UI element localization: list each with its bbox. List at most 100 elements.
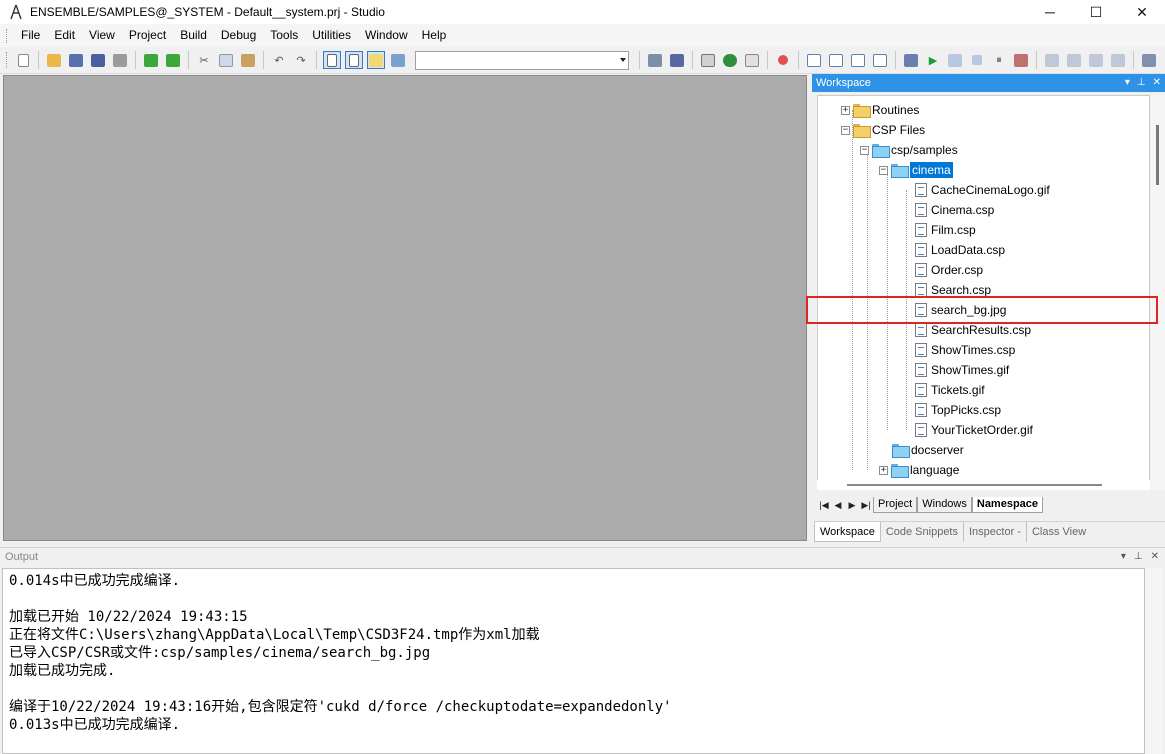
- tree-node-file[interactable]: YourTicketOrder.gif: [912, 420, 1033, 440]
- tree-vertical-scrollbar[interactable]: [1150, 95, 1165, 490]
- tree-horizontal-scrollbar[interactable]: [817, 480, 1150, 490]
- debug-attach-icon[interactable]: [902, 51, 920, 69]
- uncomment-block-icon[interactable]: [1109, 51, 1127, 69]
- save-all-icon[interactable]: [89, 51, 107, 69]
- menu-window[interactable]: Window: [358, 24, 415, 47]
- tab-workspace[interactable]: Workspace: [814, 522, 881, 542]
- workspace-dropdown-icon[interactable]: ▾: [1125, 74, 1130, 92]
- collapse-icon[interactable]: −: [860, 145, 869, 155]
- view-code-icon[interactable]: [323, 51, 341, 69]
- tab-project[interactable]: Project: [873, 497, 918, 513]
- cut-icon[interactable]: ✂: [195, 51, 213, 69]
- tree-node-language[interactable]: + language: [879, 460, 959, 480]
- menu-utilities[interactable]: Utilities: [305, 24, 358, 47]
- tree-node-file[interactable]: LoadData.csp: [912, 240, 1005, 260]
- namespace-combo[interactable]: [415, 50, 629, 70]
- collapse-icon[interactable]: −: [841, 125, 850, 135]
- paste-icon[interactable]: [239, 51, 257, 69]
- output-pin-icon[interactable]: ⊥: [1134, 548, 1143, 566]
- maximize-button[interactable]: ☐: [1073, 0, 1119, 24]
- tree-node-file[interactable]: Cinema.csp: [912, 200, 994, 220]
- tab-class-view[interactable]: Class View: [1027, 522, 1091, 542]
- window-icon[interactable]: [805, 51, 823, 69]
- tree-node-file[interactable]: ShowTimes.gif: [912, 360, 1009, 380]
- menu-debug[interactable]: Debug: [214, 24, 263, 47]
- window-reply-icon[interactable]: [827, 51, 845, 69]
- menu-project[interactable]: Project: [122, 24, 173, 47]
- last-tab-icon[interactable]: ▶|: [859, 500, 873, 511]
- tree-node-file[interactable]: ShowTimes.csp: [912, 340, 1015, 360]
- tab-namespace[interactable]: Namespace: [971, 497, 1044, 513]
- chevron-down-icon[interactable]: [620, 57, 626, 62]
- print-icon[interactable]: [111, 51, 129, 69]
- undo-icon[interactable]: ↶: [270, 51, 288, 69]
- file-icon: [915, 283, 927, 297]
- pause-icon[interactable]: ⏸: [990, 51, 1008, 69]
- copy-icon[interactable]: [217, 51, 235, 69]
- forward-arrow-icon[interactable]: [164, 51, 182, 69]
- prev-tab-icon[interactable]: ◀: [831, 500, 845, 511]
- open-folder-icon[interactable]: [45, 51, 63, 69]
- menu-file[interactable]: File: [14, 24, 47, 47]
- editor-area[interactable]: [3, 75, 807, 541]
- refresh-icon[interactable]: [743, 51, 761, 69]
- stop-square-icon[interactable]: [968, 51, 986, 69]
- output-dropdown-icon[interactable]: ▾: [1121, 548, 1126, 566]
- tree-label: CacheCinemaLogo.gif: [931, 183, 1050, 197]
- step-icon[interactable]: [946, 51, 964, 69]
- properties-icon[interactable]: [1140, 51, 1158, 69]
- menu-view[interactable]: View: [82, 24, 122, 47]
- tree-node-file[interactable]: Film.csp: [912, 220, 976, 240]
- breakpoint-icon[interactable]: [1012, 51, 1030, 69]
- workspace-close-icon[interactable]: ✕: [1153, 74, 1161, 92]
- outdent-icon[interactable]: [1065, 51, 1083, 69]
- output-log[interactable]: 0.014s中已成功完成编译. 加载已开始 10/22/2024 19:43:1…: [2, 568, 1145, 754]
- tree-node-cinema[interactable]: − cinema: [879, 160, 953, 180]
- tree-node-file[interactable]: CacheCinemaLogo.gif: [912, 180, 1050, 200]
- next-tab-icon[interactable]: ▶: [845, 500, 859, 511]
- compile-icon[interactable]: [646, 51, 664, 69]
- view-windows-icon[interactable]: [389, 51, 407, 69]
- calendar-icon[interactable]: [668, 51, 686, 69]
- export-icon[interactable]: [699, 51, 717, 69]
- tree-node-file[interactable]: Order.csp: [912, 260, 983, 280]
- tree-node-routines[interactable]: + Routines: [841, 100, 919, 120]
- output-close-icon[interactable]: ✕: [1151, 548, 1159, 566]
- redo-icon[interactable]: ↷: [292, 51, 310, 69]
- tree-node-csp-files[interactable]: − CSP Files: [841, 120, 925, 140]
- close-button[interactable]: ✕: [1119, 0, 1165, 24]
- globe-icon[interactable]: [721, 51, 739, 69]
- output-vertical-scrollbar[interactable]: [1145, 568, 1163, 754]
- first-tab-icon[interactable]: |◀: [817, 500, 831, 511]
- stop-icon[interactable]: [774, 51, 792, 69]
- expand-icon[interactable]: +: [879, 465, 888, 475]
- view-document-icon[interactable]: [345, 51, 363, 69]
- run-icon[interactable]: ▶: [924, 51, 942, 69]
- scroll-thumb[interactable]: [847, 484, 1102, 486]
- comment-block-icon[interactable]: [1087, 51, 1105, 69]
- save-icon[interactable]: [67, 51, 85, 69]
- tree-node-file[interactable]: Tickets.gif: [912, 380, 985, 400]
- menu-help[interactable]: Help: [415, 24, 454, 47]
- indent-icon[interactable]: [1043, 51, 1061, 69]
- scroll-thumb[interactable]: [1156, 125, 1159, 185]
- minimize-button[interactable]: ─: [1027, 0, 1073, 24]
- expand-icon[interactable]: +: [841, 105, 850, 115]
- new-file-icon[interactable]: [14, 51, 32, 69]
- menu-tools[interactable]: Tools: [263, 24, 305, 47]
- view-checked-icon[interactable]: [367, 51, 385, 69]
- menu-edit[interactable]: Edit: [47, 24, 82, 47]
- workspace-pin-icon[interactable]: ⊥: [1137, 74, 1146, 92]
- tab-code-snippets[interactable]: Code Snippets: [881, 522, 964, 542]
- tab-windows[interactable]: Windows: [917, 497, 972, 513]
- comment-icon[interactable]: [849, 51, 867, 69]
- menu-build[interactable]: Build: [173, 24, 214, 47]
- back-arrow-icon[interactable]: [142, 51, 160, 69]
- tab-inspector[interactable]: Inspector -: [964, 522, 1027, 542]
- tree-node-file[interactable]: TopPicks.csp: [912, 400, 1001, 420]
- namespace-tree[interactable]: + Routines − CSP Files − csp/samples − c…: [817, 95, 1150, 490]
- delete-comment-icon[interactable]: [871, 51, 889, 69]
- collapse-icon[interactable]: −: [879, 165, 888, 175]
- tree-node-csp-samples[interactable]: − csp/samples: [860, 140, 958, 160]
- tree-node-docserver[interactable]: docserver: [892, 440, 964, 460]
